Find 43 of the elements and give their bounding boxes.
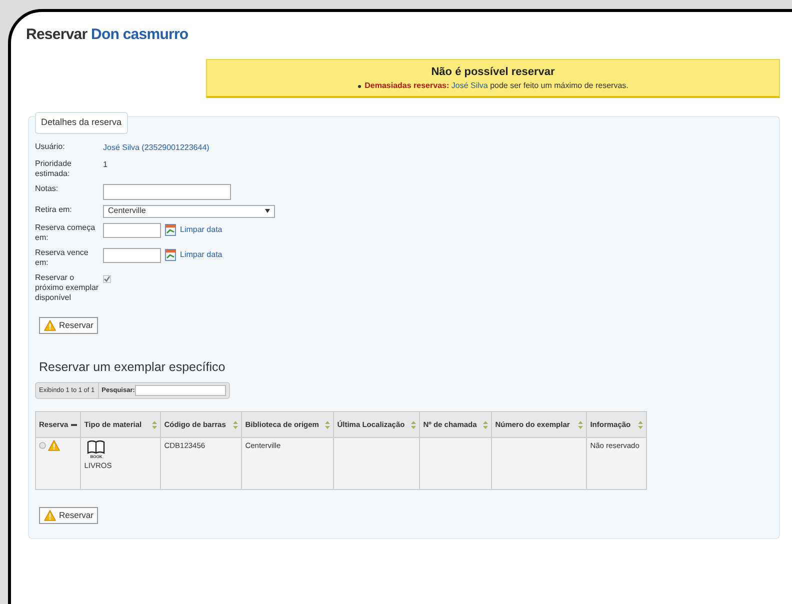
book-icon (87, 440, 106, 454)
field-label: Reservar o próximo exemplar disponível (35, 272, 100, 302)
reserve-radio[interactable] (39, 442, 46, 450)
sort-icon (638, 420, 644, 429)
sort-icon (152, 420, 158, 429)
alert-heading: Não é possível reservar (431, 64, 555, 80)
warning-icon (44, 320, 56, 330)
field-value: 1 (103, 158, 108, 170)
reserve-button[interactable]: Reservar (39, 316, 98, 334)
field-label: Retira em: (35, 204, 73, 214)
patron-link[interactable]: José Silva (451, 81, 488, 90)
field-label: Reserva vence em: (35, 248, 90, 268)
clear-date-link[interactable]: Limpar data (180, 249, 222, 261)
field-label: Prioridade estimada: (35, 158, 72, 178)
record-title-link[interactable]: Don casmurro (91, 26, 188, 43)
date-field[interactable] (103, 248, 161, 262)
dropdown-icon (265, 209, 270, 213)
field-label: Usuário: (35, 142, 66, 152)
sort-icon (483, 420, 488, 429)
calendar-icon[interactable] (165, 224, 176, 236)
pickup-select[interactable]: Centerville (103, 204, 275, 218)
reserve-button[interactable]: Reservar (39, 507, 98, 524)
bullet-icon (358, 84, 361, 88)
sort-ascending-icon (71, 422, 78, 427)
sort-icon (578, 420, 584, 429)
search-field[interactable] (134, 385, 226, 396)
warning-icon (44, 510, 56, 522)
sort-icon (325, 420, 330, 429)
patron-link[interactable]: José Silva (23529001223644) (103, 142, 210, 154)
clear-date-link[interactable]: Limpar data (180, 224, 222, 236)
next-available-checkbox[interactable] (103, 274, 111, 282)
panel-legend: Detalhes da reserva (35, 112, 128, 134)
sort-icon (411, 420, 416, 429)
page-title: Reservar Don casmurro (26, 25, 190, 45)
field-label: Notas: (35, 184, 60, 194)
alert-message: Demasiadas reservas: José Silva pode ser feito um máximo de reservas. (364, 80, 628, 92)
date-field[interactable] (103, 222, 161, 238)
warning-icon (48, 440, 60, 452)
sort-icon (233, 420, 238, 429)
field-label: Reserva começa em: (35, 222, 96, 242)
notes-field[interactable] (103, 184, 231, 200)
section-heading: Reservar um exemplar específico (39, 358, 226, 376)
calendar-icon[interactable] (165, 249, 176, 261)
